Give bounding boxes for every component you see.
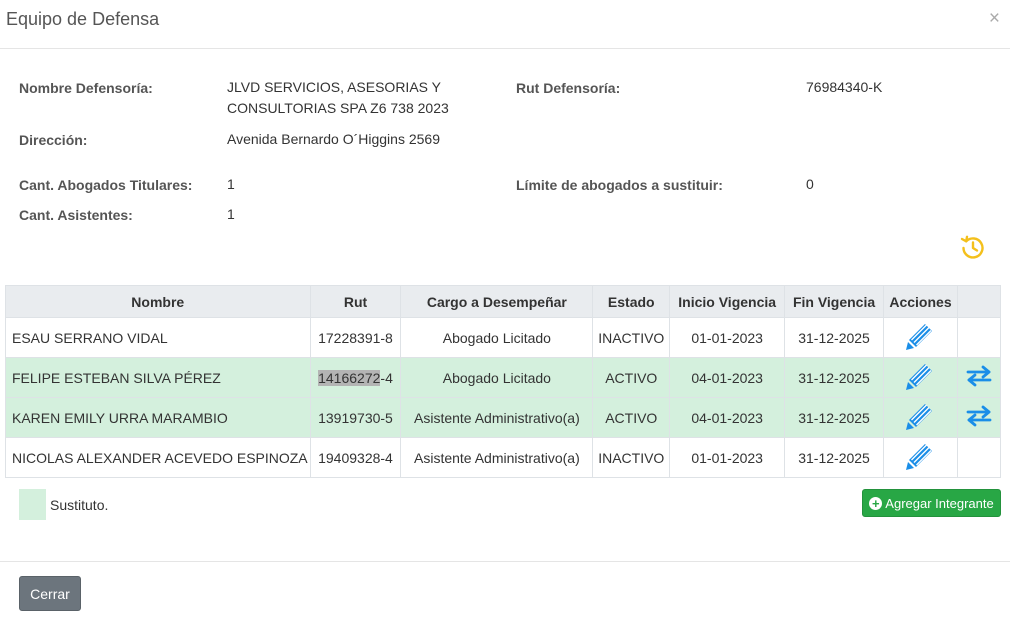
modal-header: Equipo de Defensa ×: [0, 0, 1010, 49]
close-icon[interactable]: ×: [989, 8, 1000, 30]
cell-fin: 31-12-2025: [784, 397, 884, 438]
limite-sustituir-value: 0: [806, 176, 814, 192]
nombre-defensoria-line2: CONSULTORIAS SPA Z6 738 2023: [227, 100, 449, 116]
limite-sustituir-label: Límite de abogados a sustituir:: [516, 177, 723, 193]
cell-rut: 13919730-5: [309, 397, 402, 438]
edit-pencil-icon[interactable]: [904, 360, 936, 395]
cell-rut: 17228391-8: [309, 317, 402, 358]
cell-nombre: FELIPE ESTEBAN SILVA PÉREZ: [5, 357, 311, 398]
cell-estado: INACTIVO: [592, 437, 671, 478]
abogados-titulares-label: Cant. Abogados Titulares:: [19, 177, 193, 193]
cell-inicio: 01-01-2023: [669, 437, 786, 478]
cell-inicio: 04-01-2023: [669, 357, 786, 398]
cell-inicio: 04-01-2023: [669, 397, 786, 438]
cell-extra: [956, 317, 1002, 358]
cell-acciones: [883, 437, 958, 478]
col-header-cargo: Cargo a Desempeñar: [400, 285, 594, 318]
table-row-substitute: KAREN EMILY URRA MARAMBIO 13919730-5 Asi…: [5, 397, 1002, 438]
cell-estado: INACTIVO: [592, 317, 671, 358]
cell-cargo: Abogado Licitado: [400, 357, 594, 398]
swap-arrows-icon[interactable]: [965, 365, 993, 390]
cell-fin: 31-12-2025: [784, 357, 884, 398]
rut-rest-text: -4: [380, 369, 393, 386]
table-row: ESAU SERRANO VIDAL 17228391-8 Abogado Li…: [5, 317, 1002, 358]
cell-fin: 31-12-2025: [784, 437, 884, 478]
cell-fin: 31-12-2025: [784, 317, 884, 358]
col-header-acciones: Acciones: [883, 285, 958, 318]
nombre-defensoria-line1: JLVD SERVICIOS, ASESORIAS Y: [227, 79, 441, 95]
cell-rut: 19409328-4: [309, 437, 402, 478]
cell-estado: ACTIVO: [592, 397, 671, 438]
rut-selected-text: 14166272: [318, 369, 381, 386]
rut-defensoria-value: 76984340-K: [806, 79, 883, 95]
rut-defensoria-label: Rut Defensoría:: [516, 80, 621, 96]
edit-pencil-icon[interactable]: [904, 400, 936, 435]
asistentes-label: Cant. Asistentes:: [19, 207, 133, 223]
plus-circle-icon: +: [869, 496, 883, 510]
edit-pencil-icon[interactable]: [904, 440, 936, 475]
asistentes-value: 1: [227, 206, 235, 222]
substitute-legend-text: Sustituto.: [50, 497, 109, 513]
col-header-extra: [956, 285, 1002, 318]
cell-cargo: Asistente Administrativo(a): [400, 437, 594, 478]
col-header-rut: Rut: [309, 285, 402, 318]
col-header-inicio: Inicio Vigencia: [669, 285, 786, 318]
swap-arrows-icon[interactable]: [965, 405, 993, 430]
edit-pencil-icon[interactable]: [904, 320, 936, 355]
team-table: Nombre Rut Cargo a Desempeñar Estado Ini…: [5, 285, 1002, 478]
footer-divider: [0, 561, 1010, 562]
cell-cargo: Asistente Administrativo(a): [400, 397, 594, 438]
direccion-value: Avenida Bernardo O´Higgins 2569: [227, 131, 440, 147]
cell-rut: 14166272-4: [309, 357, 402, 398]
cell-estado: ACTIVO: [592, 357, 671, 398]
col-header-nombre: Nombre: [5, 285, 311, 318]
direccion-label: Dirección:: [19, 132, 88, 148]
cell-acciones: [883, 357, 958, 398]
substitute-legend-swatch: [19, 489, 46, 520]
cell-acciones: [883, 317, 958, 358]
history-icon[interactable]: [958, 233, 988, 263]
cell-extra: [956, 397, 1002, 438]
cell-cargo: Abogado Licitado: [400, 317, 594, 358]
table-row-substitute: FELIPE ESTEBAN SILVA PÉREZ 14166272-4 Ab…: [5, 357, 1002, 398]
table-header-row: Nombre Rut Cargo a Desempeñar Estado Ini…: [5, 285, 1002, 318]
modal-title: Equipo de Defensa: [6, 9, 160, 29]
cell-extra: [956, 357, 1002, 398]
abogados-titulares-value: 1: [227, 176, 235, 192]
cell-inicio: 01-01-2023: [669, 317, 786, 358]
cell-acciones: [883, 397, 958, 438]
col-header-fin: Fin Vigencia: [784, 285, 884, 318]
table-row: NICOLAS ALEXANDER ACEVEDO ESPINOZA 19409…: [5, 437, 1002, 478]
cell-nombre: ESAU SERRANO VIDAL: [5, 317, 311, 358]
cell-nombre: NICOLAS ALEXANDER ACEVEDO ESPINOZA: [5, 437, 311, 478]
col-header-estado: Estado: [592, 285, 671, 318]
nombre-defensoria-value: JLVD SERVICIOS, ASESORIAS Y CONSULTORIAS…: [227, 77, 449, 119]
nombre-defensoria-label: Nombre Defensoría:: [19, 80, 153, 96]
add-member-button[interactable]: + Agregar Integrante: [862, 489, 1001, 517]
add-member-label: Agregar Integrante: [885, 495, 994, 511]
cell-extra: [956, 437, 1002, 478]
cell-nombre: KAREN EMILY URRA MARAMBIO: [5, 397, 311, 438]
close-button[interactable]: Cerrar: [19, 576, 81, 611]
